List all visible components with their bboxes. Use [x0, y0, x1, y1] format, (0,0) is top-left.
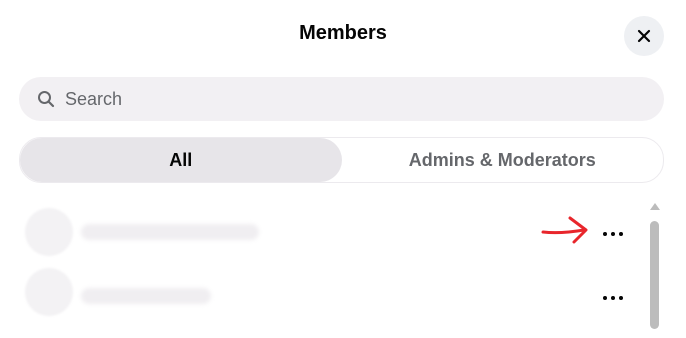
search-input[interactable] — [63, 87, 627, 111]
tab-admins-moderators[interactable]: Admins & Moderators — [342, 138, 664, 182]
member-name-redacted[interactable] — [81, 288, 211, 304]
member-name-redacted[interactable] — [81, 224, 259, 240]
members-dialog: Members All Admins & Moderators — [0, 0, 686, 338]
scrollbar-thumb[interactable] — [650, 221, 659, 329]
avatar[interactable] — [25, 208, 73, 256]
avatar[interactable] — [25, 268, 73, 316]
member-row[interactable] — [19, 266, 639, 322]
search-bar[interactable] — [19, 77, 664, 121]
search-icon — [36, 89, 56, 109]
red-arrow-icon — [540, 212, 592, 253]
more-options-button[interactable] — [595, 278, 631, 314]
more-horizontal-icon — [601, 223, 625, 241]
tab-all-label: All — [169, 149, 193, 170]
member-filter-tabs: All Admins & Moderators — [19, 137, 664, 183]
dialog-title: Members — [299, 22, 387, 44]
tab-admins-moderators-label: Admins & Moderators — [408, 149, 596, 170]
scroll-up-arrow-icon[interactable] — [650, 203, 660, 210]
close-button[interactable] — [624, 16, 664, 56]
tab-all[interactable]: All — [20, 138, 342, 182]
more-options-button[interactable] — [595, 214, 631, 250]
close-icon — [637, 29, 651, 43]
scrollbar[interactable] — [646, 203, 664, 338]
more-horizontal-icon — [601, 287, 625, 305]
